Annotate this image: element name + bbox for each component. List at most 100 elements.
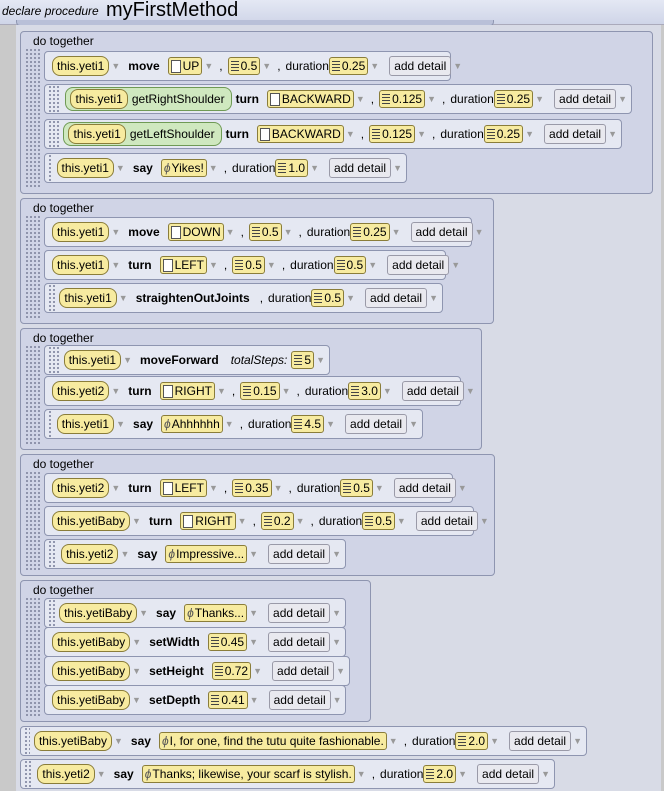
drag-handle[interactable] bbox=[48, 540, 58, 568]
add-detail-button[interactable]: add detail bbox=[393, 478, 456, 498]
num-value[interactable]: 0.35 bbox=[232, 479, 272, 497]
object-reference[interactable]: this.yeti1 bbox=[70, 89, 128, 109]
enum-value[interactable]: DOWN bbox=[167, 223, 224, 241]
statement-row[interactable]: this.yeti1 ▼ say ϕYikes! ▼, duration 1.0 ▼ add … bbox=[44, 153, 407, 183]
statement-row[interactable]: this.yetiBaby ▼ say ϕI, for one, find the t… bbox=[20, 726, 587, 756]
num-value[interactable]: 0.125 bbox=[369, 125, 416, 143]
dropdown-arrow-icon[interactable]: ▼ bbox=[389, 736, 398, 746]
num-value[interactable]: 5 bbox=[291, 351, 315, 369]
object-reference[interactable]: this.yeti1 bbox=[52, 222, 110, 242]
drag-handle[interactable] bbox=[48, 154, 53, 182]
object-reference[interactable]: this.yeti1 bbox=[56, 158, 114, 178]
statement-row[interactable]: this.yetiBaby ▼ setWidth 0.45 ▼ add detail ▼ bbox=[44, 627, 346, 657]
num-value[interactable]: 0.125 bbox=[379, 90, 426, 108]
dropdown-arrow-icon[interactable]: ▼ bbox=[357, 769, 366, 779]
enum-value[interactable]: LEFT bbox=[159, 479, 207, 497]
statement-row[interactable]: this.yetiBaby ▼ turn RIGHT ▼, 0.2 ▼, duration 0… bbox=[44, 506, 489, 536]
num-value[interactable]: 0.5 bbox=[340, 479, 373, 497]
statement-row[interactable]: this.yeti1 ▼ say ϕAhhhhhh ▼, duration 4.5 ▼ add… bbox=[44, 409, 423, 439]
dropdown-arrow-icon[interactable]: ▼ bbox=[368, 260, 377, 270]
dropdown-arrow-icon[interactable]: ▼ bbox=[618, 94, 627, 104]
object-reference[interactable]: this.yetiBaby bbox=[52, 511, 131, 531]
dropdown-arrow-icon[interactable]: ▼ bbox=[132, 666, 141, 676]
dropdown-arrow-icon[interactable]: ▼ bbox=[238, 516, 247, 526]
num-value[interactable]: 0.2 bbox=[260, 512, 294, 530]
object-reference[interactable]: this.yeti1 bbox=[56, 414, 115, 434]
num-value[interactable]: 0.72 bbox=[211, 662, 252, 680]
add-detail-button[interactable]: add detail bbox=[477, 764, 540, 784]
block-drag-handle[interactable] bbox=[25, 597, 41, 717]
dropdown-arrow-icon[interactable]: ▼ bbox=[541, 769, 550, 779]
dropdown-arrow-icon[interactable]: ▼ bbox=[249, 549, 258, 559]
statement-row[interactable]: this.yeti1 ▼ straightenOutJoints, duration … bbox=[44, 283, 443, 313]
dropdown-arrow-icon[interactable]: ▼ bbox=[267, 260, 276, 270]
dropdown-arrow-icon[interactable]: ▼ bbox=[274, 483, 283, 493]
dropdown-arrow-icon[interactable]: ▼ bbox=[490, 736, 499, 746]
add-detail-button[interactable]: add detail bbox=[268, 632, 331, 652]
drag-handle[interactable] bbox=[24, 727, 30, 755]
dropdown-arrow-icon[interactable]: ▼ bbox=[458, 769, 467, 779]
dropdown-arrow-icon[interactable]: ▼ bbox=[111, 483, 120, 493]
num-value[interactable]: 0.5 bbox=[362, 512, 395, 530]
statement-row[interactable]: this.yeti2 ▼ turn LEFT ▼, 0.35 ▼, duration 0.5 ▼… bbox=[44, 473, 467, 503]
num-value[interactable]: 0.25 bbox=[328, 57, 369, 75]
dropdown-arrow-icon[interactable]: ▼ bbox=[217, 386, 226, 396]
dropdown-arrow-icon[interactable]: ▼ bbox=[393, 163, 402, 173]
add-detail-button[interactable]: add detail bbox=[544, 124, 607, 144]
dropdown-arrow-icon[interactable]: ▼ bbox=[346, 293, 355, 303]
str-value[interactable]: ϕThanks... bbox=[184, 604, 248, 622]
statement-row[interactable]: this.yetiBaby ▼ setDepth 0.41 ▼ add detail ▼ bbox=[44, 685, 346, 715]
dropdown-arrow-icon[interactable]: ▼ bbox=[111, 227, 120, 237]
dropdown-arrow-icon[interactable]: ▼ bbox=[429, 293, 438, 303]
dropdown-arrow-icon[interactable]: ▼ bbox=[535, 94, 544, 104]
add-detail-button[interactable]: add detail bbox=[268, 603, 331, 623]
enum-value[interactable]: BACKWARD bbox=[266, 90, 354, 108]
dropdown-arrow-icon[interactable]: ▼ bbox=[209, 163, 218, 173]
dropdown-arrow-icon[interactable]: ▼ bbox=[132, 695, 141, 705]
statement-row[interactable]: this.yeti1 getRightShoulder turn BACKWARD ▼,… bbox=[44, 84, 632, 114]
block-drag-handle[interactable] bbox=[25, 48, 41, 189]
enum-value[interactable]: LEFT bbox=[159, 256, 207, 274]
num-value[interactable]: 0.5 bbox=[333, 256, 367, 274]
dropdown-arrow-icon[interactable]: ▼ bbox=[397, 516, 406, 526]
object-reference[interactable]: this.yetiBaby bbox=[52, 632, 131, 652]
dropdown-arrow-icon[interactable]: ▼ bbox=[296, 516, 305, 526]
num-value[interactable]: 3.0 bbox=[348, 382, 381, 400]
enum-value[interactable]: BACKWARD bbox=[256, 125, 344, 143]
dropdown-arrow-icon[interactable]: ▼ bbox=[284, 227, 293, 237]
add-detail-button[interactable]: add detail bbox=[415, 511, 478, 531]
dropdown-arrow-icon[interactable]: ▼ bbox=[111, 260, 120, 270]
object-reference[interactable]: this.yeti1 bbox=[52, 255, 110, 275]
num-value[interactable]: 2.0 bbox=[423, 765, 457, 783]
dropdown-arrow-icon[interactable]: ▼ bbox=[132, 637, 141, 647]
num-value[interactable]: 0.25 bbox=[350, 223, 390, 241]
num-value[interactable]: 1.0 bbox=[275, 159, 309, 177]
object-reference[interactable]: this.yetiBaby bbox=[33, 731, 112, 751]
drag-handle[interactable] bbox=[48, 410, 53, 438]
str-value[interactable]: ϕAhhhhhh bbox=[161, 415, 223, 433]
add-detail-button[interactable]: add detail bbox=[410, 222, 473, 242]
add-detail-button[interactable]: add detail bbox=[268, 690, 331, 710]
drag-handle[interactable] bbox=[48, 599, 56, 627]
dropdown-arrow-icon[interactable]: ▼ bbox=[250, 695, 259, 705]
dropdown-arrow-icon[interactable]: ▼ bbox=[226, 227, 235, 237]
statement-row[interactable]: this.yeti1 ▼ move DOWN ▼, 0.5 ▼, duration 0.25 ▼… bbox=[44, 217, 483, 247]
dropdown-arrow-icon[interactable]: ▼ bbox=[326, 419, 335, 429]
dropdown-arrow-icon[interactable]: ▼ bbox=[336, 666, 345, 676]
dropdown-arrow-icon[interactable]: ▼ bbox=[123, 355, 132, 365]
add-detail-button[interactable]: add detail bbox=[345, 414, 408, 434]
num-value[interactable]: 0.45 bbox=[207, 633, 248, 651]
object-reference[interactable]: this.yeti1 bbox=[59, 288, 117, 308]
enum-value[interactable]: UP bbox=[167, 57, 203, 75]
object-reference[interactable]: this.yeti2 bbox=[52, 478, 110, 498]
joint-getter[interactable]: this.yeti1 getRightShoulder bbox=[65, 87, 232, 111]
dropdown-arrow-icon[interactable]: ▼ bbox=[480, 516, 489, 526]
dropdown-arrow-icon[interactable]: ▼ bbox=[114, 736, 123, 746]
dropdown-arrow-icon[interactable]: ▼ bbox=[132, 516, 141, 526]
object-reference[interactable]: this.yeti1 bbox=[68, 124, 126, 144]
enum-value[interactable]: RIGHT bbox=[159, 382, 215, 400]
add-detail-button[interactable]: add detail bbox=[401, 381, 464, 401]
str-value[interactable]: ϕYikes! bbox=[160, 159, 207, 177]
dropdown-arrow-icon[interactable]: ▼ bbox=[310, 163, 319, 173]
dropdown-arrow-icon[interactable]: ▼ bbox=[262, 61, 271, 71]
